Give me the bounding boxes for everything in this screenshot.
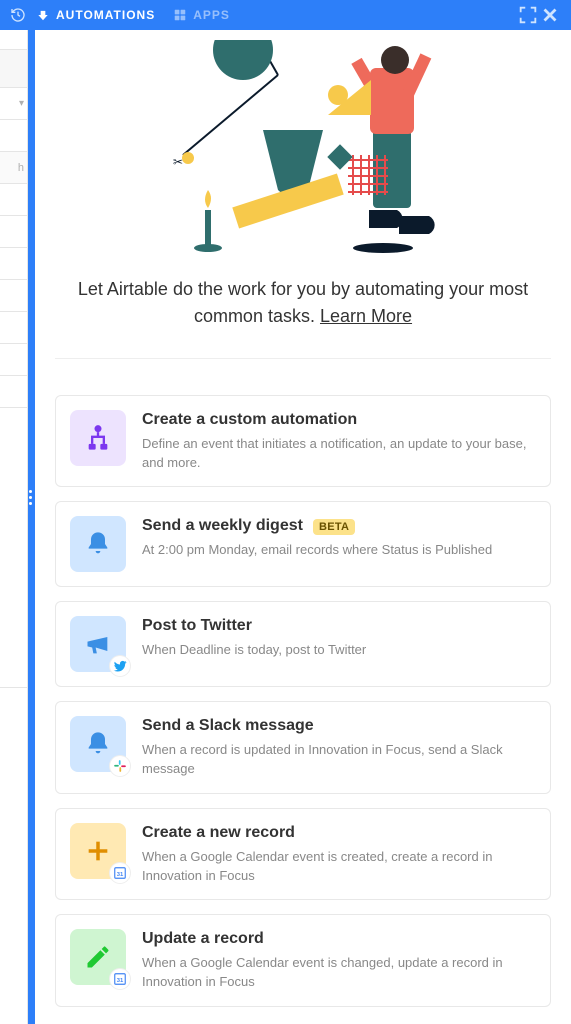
- tab-automations-label: AUTOMATIONS: [56, 8, 155, 22]
- card-title: Create a custom automation: [142, 410, 357, 431]
- close-icon[interactable]: [539, 4, 561, 26]
- slack-icon: [110, 756, 130, 776]
- automation-templates-list: Create a custom automation Define an eve…: [35, 395, 571, 1024]
- beta-badge: BETA: [313, 519, 355, 535]
- bell-icon: [70, 716, 126, 772]
- card-title: Create a new record: [142, 823, 295, 844]
- svg-text:31: 31: [117, 978, 124, 984]
- card-post-twitter[interactable]: Post to Twitter When Deadline is today, …: [55, 601, 551, 687]
- card-desc: When a Google Calendar event is created,…: [142, 848, 534, 886]
- card-update-record[interactable]: 31 Update a record When a Google Calenda…: [55, 914, 551, 1006]
- tab-automations[interactable]: AUTOMATIONS: [36, 8, 155, 22]
- card-slack-message[interactable]: Send a Slack message When a record is up…: [55, 701, 551, 793]
- card-title: Update a record: [142, 929, 264, 950]
- workflow-icon: [70, 410, 126, 466]
- card-desc: When Deadline is today, post to Twitter: [142, 641, 534, 660]
- panel-header: AUTOMATIONS APPS: [0, 0, 571, 30]
- svg-text:✂: ✂: [173, 155, 183, 169]
- learn-more-link[interactable]: Learn More: [320, 306, 412, 326]
- pencil-icon: 31: [70, 929, 126, 985]
- background-table-edge: ▾ h: [0, 30, 28, 1024]
- history-icon[interactable]: [10, 7, 26, 23]
- divider: [55, 358, 551, 359]
- megaphone-icon: [70, 616, 126, 672]
- hero-illustration: ✂: [35, 30, 571, 258]
- intro-text: Let Airtable do the work for you by auto…: [35, 258, 571, 358]
- twitter-icon: [110, 656, 130, 676]
- plus-icon: 31: [70, 823, 126, 879]
- fullscreen-icon[interactable]: [517, 4, 539, 26]
- intro-text-content: Let Airtable do the work for you by auto…: [78, 279, 528, 326]
- card-desc: Define an event that initiates a notific…: [142, 435, 534, 473]
- card-create-record[interactable]: 31 Create a new record When a Google Cal…: [55, 808, 551, 900]
- automations-panel: ✂ Let Airtable do the work for you by au…: [35, 30, 571, 1024]
- card-title: Send a weekly digest: [142, 516, 303, 537]
- google-calendar-icon: 31: [110, 863, 130, 883]
- card-desc: When a Google Calendar event is changed,…: [142, 954, 534, 992]
- card-title: Post to Twitter: [142, 616, 252, 637]
- tab-apps-label: APPS: [193, 8, 230, 22]
- card-title: Send a Slack message: [142, 716, 314, 737]
- search-hint: h: [18, 162, 24, 174]
- panel-resize-strip[interactable]: [28, 30, 35, 1024]
- card-desc: At 2:00 pm Monday, email records where S…: [142, 541, 534, 560]
- card-desc: When a record is updated in Innovation i…: [142, 741, 534, 779]
- drag-handle-icon[interactable]: [29, 490, 32, 505]
- card-weekly-digest[interactable]: Send a weekly digest BETA At 2:00 pm Mon…: [55, 501, 551, 587]
- svg-text:31: 31: [117, 872, 124, 878]
- bell-icon: [70, 516, 126, 572]
- tab-apps[interactable]: APPS: [173, 8, 230, 22]
- google-calendar-icon: 31: [110, 969, 130, 989]
- card-custom-automation[interactable]: Create a custom automation Define an eve…: [55, 395, 551, 487]
- chevron-down-icon[interactable]: ▾: [19, 98, 24, 109]
